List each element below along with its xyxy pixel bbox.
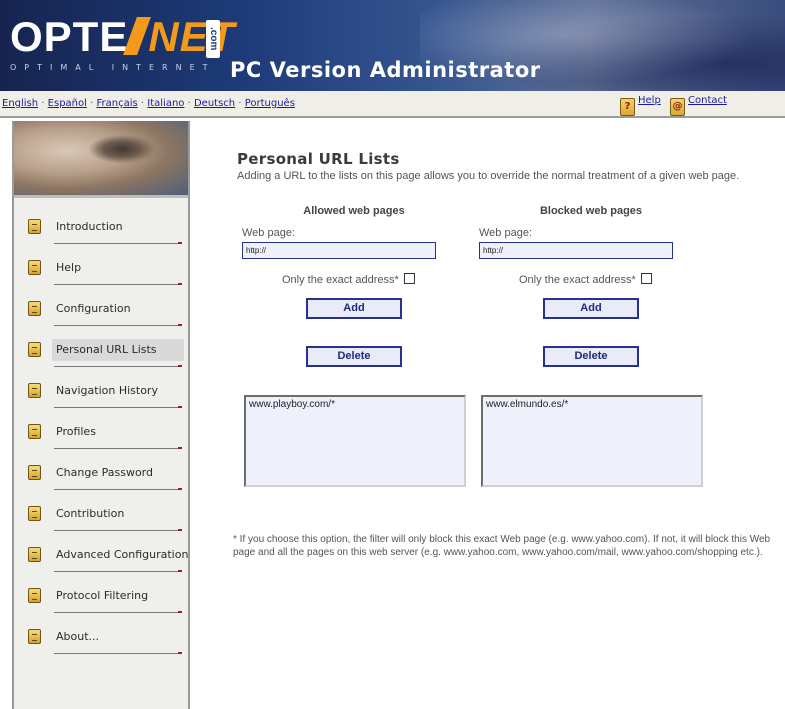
- lang-english[interactable]: English: [2, 98, 38, 109]
- sidebar-item-profiles[interactable]: Profiles: [14, 411, 188, 452]
- exact-address-label: Only the exact address*: [282, 274, 399, 286]
- list-item[interactable]: www.elmundo.es/*: [486, 399, 698, 411]
- lang-separator: ·: [90, 98, 94, 109]
- logo-tagline: OPTIMAL INTERNET: [10, 63, 216, 72]
- exact-address-label: Only the exact address*: [519, 274, 636, 286]
- lang-separator: ·: [238, 98, 242, 109]
- lang-portugues[interactable]: Português: [245, 98, 295, 109]
- blocked-url-list[interactable]: www.elmundo.es/*: [481, 395, 703, 487]
- lang-deutsch[interactable]: Deutsch: [194, 98, 235, 109]
- book-icon: [28, 383, 41, 398]
- blocked-exact-checkbox[interactable]: [640, 273, 652, 284]
- book-icon: [28, 424, 41, 439]
- book-icon: [28, 219, 41, 234]
- divider: [54, 652, 182, 654]
- sidebar-item-protocol-filtering[interactable]: Protocol Filtering: [14, 575, 188, 616]
- sidebar-item-help[interactable]: Help: [14, 247, 188, 288]
- list-item[interactable]: www.playboy.com/*: [249, 399, 461, 411]
- help-contact-bar: ?Help @Contact: [620, 95, 727, 116]
- help-icon[interactable]: ?: [620, 98, 635, 116]
- divider: [54, 447, 182, 449]
- book-icon: [28, 301, 41, 316]
- allowed-url-list[interactable]: www.playboy.com/*: [244, 395, 466, 487]
- contact-icon[interactable]: @: [670, 98, 685, 116]
- allowed-url-input[interactable]: [242, 242, 436, 259]
- divider: [54, 529, 182, 531]
- divider: [54, 488, 182, 490]
- allowed-exact-checkbox[interactable]: [403, 273, 415, 284]
- web-page-label: Web page:: [242, 227, 296, 239]
- lang-francais[interactable]: Français: [96, 98, 137, 109]
- divider: [54, 570, 182, 572]
- sidebar-item-personal-url-lists[interactable]: Personal URL Lists: [14, 329, 188, 370]
- allowed-heading: Allowed web pages: [303, 205, 405, 217]
- header-banner: OPTE NET .com OPTIMAL INTERNET PC Version…: [0, 0, 785, 91]
- divider: [54, 324, 182, 326]
- sidebar-item-label: Personal URL Lists: [52, 339, 184, 361]
- sidebar-item-label: Contribution: [56, 507, 125, 520]
- sidebar-item-advanced-configuration[interactable]: Advanced Configuration: [14, 534, 188, 575]
- logo-opte: OPTE: [10, 13, 129, 60]
- lang-separator: ·: [140, 98, 145, 109]
- logo-com: .com: [206, 20, 220, 58]
- sidebar: Introduction Help Configuration Personal…: [12, 121, 190, 709]
- app-title: PC Version Administrator: [230, 58, 541, 82]
- lang-separator: ·: [187, 98, 191, 109]
- sidebar-item-label: Introduction: [56, 220, 123, 233]
- help-link[interactable]: Help: [638, 95, 661, 106]
- sidebar-item-change-password[interactable]: Change Password: [14, 452, 188, 493]
- sidebar-item-configuration[interactable]: Configuration: [14, 288, 188, 329]
- sidebar-item-label: About...: [56, 630, 100, 643]
- book-icon: [28, 260, 41, 275]
- sidebar-item-navigation-history[interactable]: Navigation History: [14, 370, 188, 411]
- blocked-add-button[interactable]: Add: [543, 298, 639, 319]
- footnote: * If you choose this option, the filter …: [233, 534, 771, 558]
- sidebar-divider: [14, 195, 188, 198]
- language-bar: English · Español · Français · Italiano …: [0, 91, 785, 118]
- blocked-url-input[interactable]: [479, 242, 673, 259]
- sidebar-item-label: Protocol Filtering: [56, 589, 149, 602]
- divider: [54, 611, 182, 613]
- blocked-heading: Blocked web pages: [539, 205, 643, 217]
- sidebar-item-label: Change Password: [56, 466, 153, 479]
- book-icon: [28, 588, 41, 603]
- logo-net: NET: [148, 13, 236, 60]
- book-icon: [28, 465, 41, 480]
- sidebar-nav: Introduction Help Configuration Personal…: [14, 206, 188, 657]
- blocked-delete-button[interactable]: Delete: [543, 346, 639, 367]
- page-title: Personal URL Lists: [237, 150, 400, 168]
- divider: [54, 242, 182, 244]
- book-icon: [28, 629, 41, 644]
- sidebar-item-label: Advanced Configuration: [56, 548, 189, 561]
- lang-italiano[interactable]: Italiano: [147, 98, 184, 109]
- sidebar-item-label: Help: [56, 261, 82, 274]
- language-links: English · Español · Français · Italiano …: [2, 98, 295, 109]
- book-icon: [28, 342, 41, 357]
- lang-separator: ·: [41, 98, 45, 109]
- contact-link[interactable]: Contact: [688, 95, 727, 106]
- sidebar-item-contribution[interactable]: Contribution: [14, 493, 188, 534]
- book-icon: [28, 506, 41, 521]
- page-subtitle: Adding a URL to the lists on this page a…: [237, 170, 740, 182]
- book-icon: [28, 547, 41, 562]
- sidebar-item-introduction[interactable]: Introduction: [14, 206, 188, 247]
- divider: [54, 365, 182, 367]
- divider: [54, 283, 182, 285]
- web-page-label: Web page:: [479, 227, 533, 239]
- lang-espanol[interactable]: Español: [48, 98, 87, 109]
- allowed-add-button[interactable]: Add: [306, 298, 402, 319]
- sidebar-item-label: Configuration: [56, 302, 131, 315]
- divider: [54, 406, 182, 408]
- allowed-exact-row: Only the exact address*: [282, 273, 415, 286]
- sidebar-item-about[interactable]: About...: [14, 616, 188, 657]
- opte-logo: OPTE NET: [10, 15, 235, 59]
- allowed-delete-button[interactable]: Delete: [306, 346, 402, 367]
- sidebar-item-label: Profiles: [56, 425, 96, 438]
- blocked-exact-row: Only the exact address*: [519, 273, 652, 286]
- sidebar-photo: [14, 121, 188, 195]
- sidebar-item-label: Navigation History: [56, 384, 158, 397]
